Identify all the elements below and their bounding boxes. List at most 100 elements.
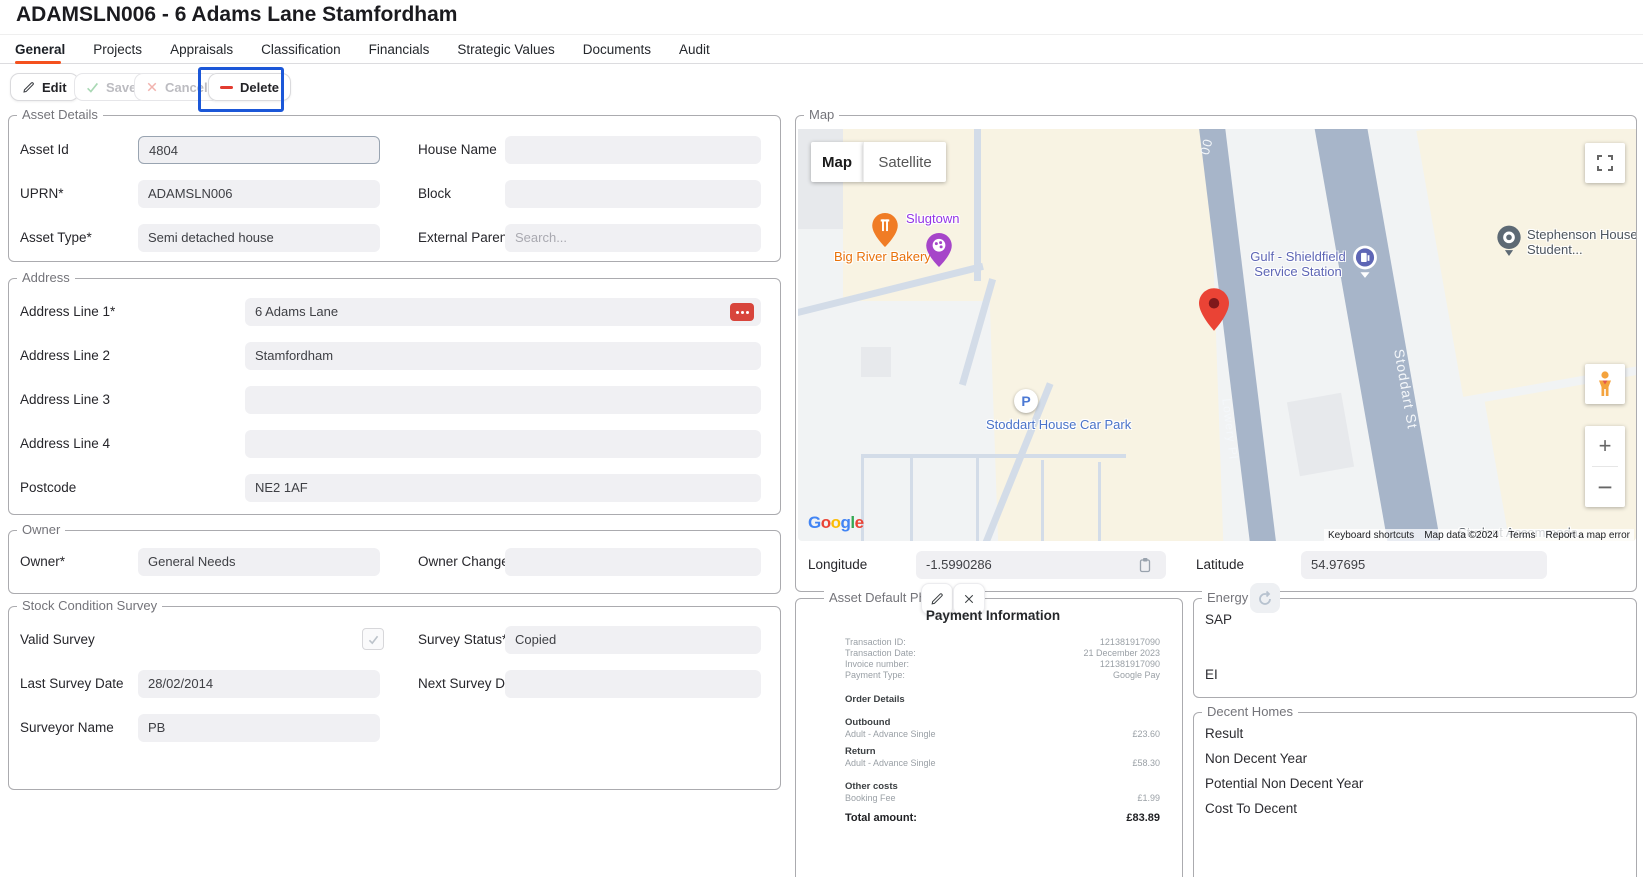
- gas-station-pin-icon[interactable]: [1351, 245, 1379, 279]
- poi-label-slugtown[interactable]: Slugtown: [906, 211, 959, 226]
- pencil-icon: [930, 592, 944, 606]
- longitude-field[interactable]: -1.5990286: [916, 551, 1166, 579]
- zoom-in-button[interactable]: +: [1585, 426, 1625, 466]
- receipt-line-amount: £58.30: [1132, 758, 1160, 768]
- valid-survey-label: Valid Survey: [20, 632, 95, 647]
- receipt-info-value: Google Pay: [1113, 670, 1160, 680]
- map-legend: Map: [804, 107, 839, 122]
- fullscreen-button[interactable]: [1585, 143, 1625, 183]
- address-lookup-ellipsis-button[interactable]: [730, 303, 754, 321]
- external-parent-placeholder: Search...: [515, 230, 567, 245]
- receipt-line-label: Booking Fee: [845, 793, 896, 803]
- receipt-info-row: Payment Type: Google Pay: [845, 670, 1160, 680]
- owner-field[interactable]: General Needs: [138, 548, 380, 576]
- tab-general[interactable]: General: [15, 42, 65, 57]
- map-parking-line: [910, 458, 913, 541]
- address-line1-field[interactable]: 6 Adams Lane: [245, 298, 761, 326]
- owner-change-date-field[interactable]: [505, 548, 761, 576]
- save-button-label: Save: [106, 80, 136, 95]
- poi-label-stephenson-house[interactable]: Stephenson House Student...: [1527, 227, 1636, 257]
- parking-pin-icon[interactable]: P: [1014, 389, 1038, 413]
- external-parent-search-field[interactable]: Search...: [505, 224, 761, 252]
- zoom-control: + −: [1585, 426, 1625, 507]
- energy-ei-label: EI: [1205, 667, 1218, 682]
- receipt-line-row: Booking Fee £1.99: [845, 793, 1160, 803]
- edit-button[interactable]: Edit: [10, 73, 79, 101]
- receipt-line-amount: £23.60: [1132, 729, 1160, 739]
- energy-sap-label: SAP: [1205, 612, 1232, 627]
- lodging-pin-icon[interactable]: [1495, 224, 1523, 260]
- house-name-field[interactable]: [505, 136, 761, 164]
- receipt-line-row: Adult - Advance Single £58.30: [845, 758, 1160, 768]
- map-minor-road: [974, 129, 981, 281]
- poi-label-big-river-bakery[interactable]: Big River Bakery: [834, 249, 931, 264]
- tab-appraisals[interactable]: Appraisals: [170, 42, 233, 57]
- tab-financials[interactable]: Financials: [369, 42, 430, 57]
- pegman-icon: [1595, 371, 1615, 397]
- postcode-field[interactable]: NE2 1AF: [245, 474, 761, 502]
- map-type-button-satellite[interactable]: Satellite: [863, 142, 946, 182]
- receipt-line-amount: £1.99: [1137, 793, 1160, 803]
- map-block: [861, 347, 891, 377]
- report-map-error-link[interactable]: Report a map error: [1546, 530, 1630, 541]
- asset-location-pin-icon[interactable]: [1199, 287, 1229, 332]
- map-parking-line: [861, 454, 1126, 458]
- map-block: [984, 129, 1224, 541]
- receipt-info-label: Invoice number:: [845, 659, 909, 669]
- keyboard-shortcuts-link[interactable]: Keyboard shortcuts: [1328, 530, 1414, 541]
- map-parking-line: [976, 458, 979, 541]
- tab-audit[interactable]: Audit: [679, 42, 710, 57]
- decent-homes-fieldset: Decent Homes: [1193, 712, 1637, 877]
- surveyor-name-field[interactable]: PB: [138, 714, 380, 742]
- zoom-out-button[interactable]: −: [1585, 467, 1625, 507]
- fullscreen-icon: [1597, 155, 1613, 171]
- decent-homes-result-label: Result: [1205, 726, 1243, 741]
- tab-documents[interactable]: Documents: [583, 42, 651, 57]
- terms-link[interactable]: Terms: [1508, 530, 1535, 541]
- address-line3-field[interactable]: [245, 386, 761, 414]
- restaurant-pin-icon[interactable]: [872, 213, 898, 247]
- receipt-info-row: Transaction ID: 121381917090: [845, 637, 1160, 647]
- poi-label-stoddart-house-car-park[interactable]: Stoddart House Car Park: [986, 417, 1131, 432]
- receipt-info-value: 121381917090: [1100, 659, 1160, 669]
- google-logo[interactable]: Google: [808, 513, 864, 533]
- x-icon: [146, 81, 158, 93]
- refresh-energy-button[interactable]: [1250, 583, 1280, 613]
- map-block: [1287, 393, 1354, 476]
- tab-strategic-values[interactable]: Strategic Values: [457, 42, 554, 57]
- address-line4-field[interactable]: [245, 430, 761, 458]
- map-data-text: Map data ©2024: [1424, 530, 1498, 541]
- tab-classification[interactable]: Classification: [261, 42, 341, 57]
- block-label: Block: [418, 186, 451, 201]
- close-icon: [963, 593, 975, 605]
- tab-projects[interactable]: Projects: [93, 42, 142, 57]
- asset-id-field[interactable]: 4804: [138, 136, 380, 164]
- copy-icon[interactable]: [1139, 557, 1152, 573]
- pegman-button[interactable]: [1585, 364, 1625, 404]
- house-name-label: House Name: [418, 142, 497, 157]
- valid-survey-checkbox[interactable]: [362, 628, 384, 650]
- last-survey-date-field[interactable]: 28/02/2014: [138, 670, 380, 698]
- receipt-info-label: Payment Type:: [845, 670, 905, 680]
- receipt-info-value: 21 December 2023: [1083, 648, 1160, 658]
- survey-status-field[interactable]: Copied: [505, 626, 761, 654]
- receipt-section-heading: Other costs: [845, 781, 898, 792]
- google-map[interactable]: 00 Lowery Pl Stoddart St Big River Baker…: [798, 129, 1636, 541]
- next-survey-date-field[interactable]: [505, 670, 761, 698]
- page-title: ADAMSLN006 - 6 Adams Lane Stamfordham: [16, 3, 457, 27]
- receipt-line-label: Adult - Advance Single: [845, 729, 936, 739]
- uprn-field[interactable]: ADAMSLN006: [138, 180, 380, 208]
- stock-condition-survey-legend: Stock Condition Survey: [17, 598, 162, 613]
- gallery-pin-icon[interactable]: [926, 233, 952, 267]
- latitude-field[interactable]: 54.97695: [1301, 551, 1547, 579]
- decent-homes-cost-to-decent-label: Cost To Decent: [1205, 801, 1297, 816]
- address-line3-label: Address Line 3: [20, 392, 110, 407]
- map-parking-line: [1041, 460, 1044, 541]
- google-logo-letter: o: [821, 513, 831, 532]
- address-line1-label: Address Line 1*: [20, 304, 115, 319]
- longitude-label: Longitude: [808, 557, 867, 572]
- map-type-button-map[interactable]: Map: [811, 142, 863, 182]
- block-field[interactable]: [505, 180, 761, 208]
- asset-type-field[interactable]: Semi detached house: [138, 224, 380, 252]
- address-line2-field[interactable]: Stamfordham: [245, 342, 761, 370]
